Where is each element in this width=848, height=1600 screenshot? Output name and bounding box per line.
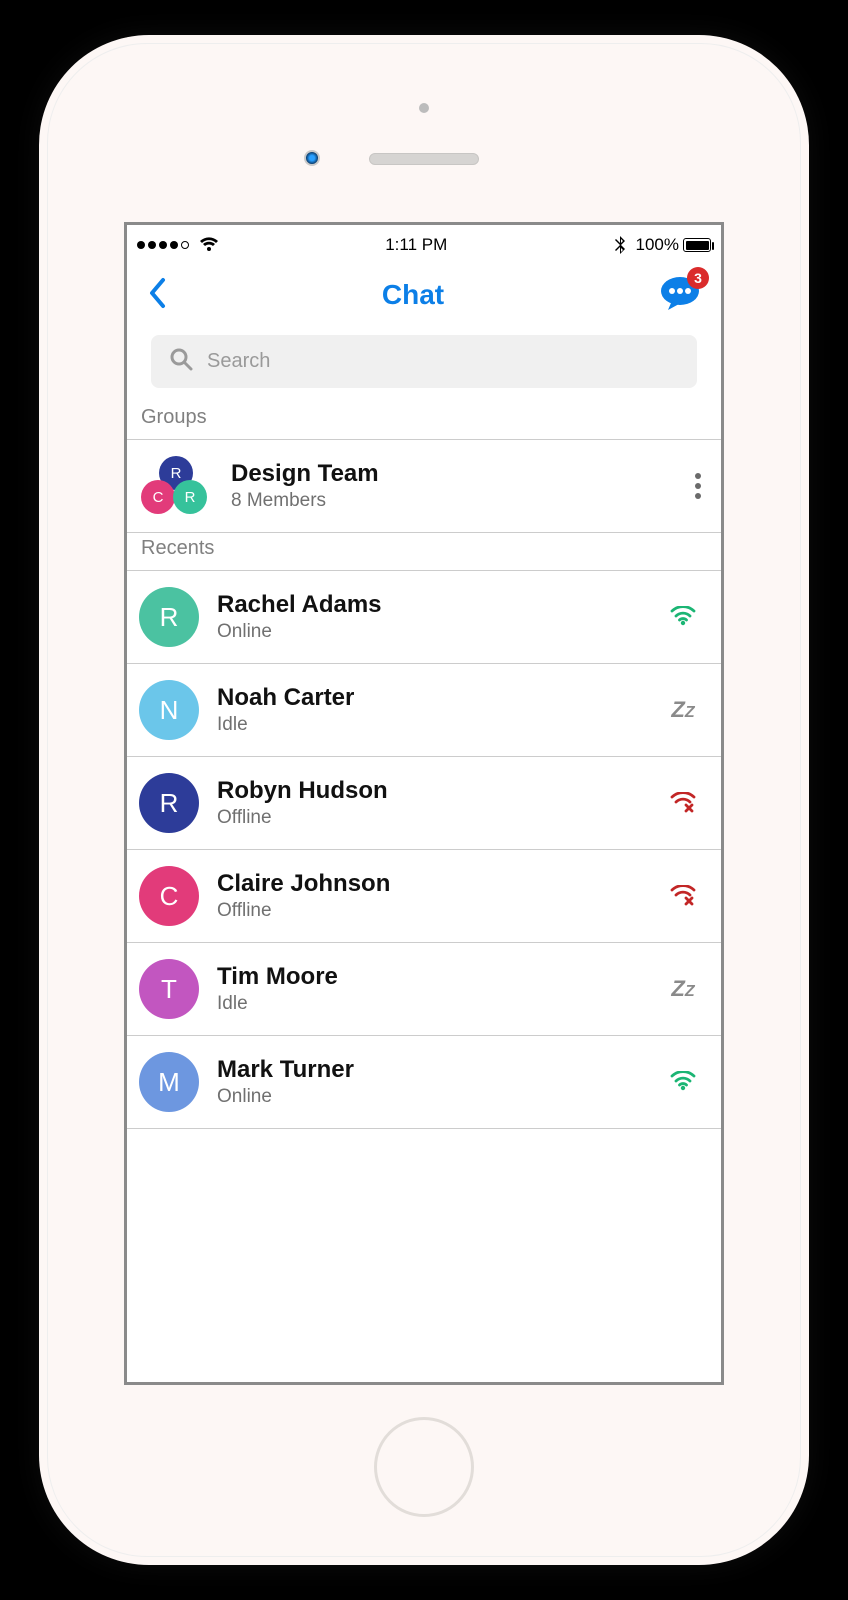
contact-name: Robyn Hudson (217, 777, 647, 805)
contact-status-text: Offline (217, 900, 647, 922)
avatar: T (139, 959, 199, 1019)
status-idle-icon: ZZ (665, 697, 701, 723)
search-bar[interactable] (151, 335, 697, 388)
status-time: 1:11 PM (219, 235, 614, 255)
contact-name: Noah Carter (217, 684, 647, 712)
status-online-icon (665, 1071, 701, 1093)
contact-name: Claire Johnson (217, 870, 647, 898)
back-button[interactable] (147, 277, 167, 314)
battery-text: 100% (636, 235, 679, 255)
nav-bar: Chat 3 (127, 265, 721, 325)
signal-dots-icon (137, 241, 189, 249)
search-icon (169, 347, 193, 376)
contact-status-text: Idle (217, 714, 647, 736)
home-button[interactable] (374, 1417, 474, 1517)
wifi-icon (199, 237, 219, 253)
search-input[interactable] (207, 350, 679, 373)
messages-button[interactable]: 3 (659, 275, 701, 316)
phone-sensor (304, 150, 320, 166)
recents-header: Recents (127, 533, 721, 571)
contact-row[interactable]: N Noah CarterIdle ZZ (127, 664, 721, 757)
avatar: N (139, 680, 199, 740)
status-offline-icon (665, 885, 701, 907)
notification-badge: 3 (687, 267, 709, 289)
avatar: R (139, 773, 199, 833)
group-mini-avatar: C (141, 480, 175, 514)
screen: 1:11 PM 100% Chat (124, 222, 724, 1385)
group-avatar: RCR (139, 456, 213, 516)
page-title: Chat (382, 279, 444, 311)
phone-camera (419, 103, 429, 113)
contact-row[interactable]: C Claire JohnsonOffline (127, 850, 721, 943)
contact-row[interactable]: R Rachel AdamsOnline (127, 571, 721, 664)
avatar: R (139, 587, 199, 647)
status-idle-icon: ZZ (665, 976, 701, 1002)
phone-speaker (369, 153, 479, 165)
status-offline-icon (665, 792, 701, 814)
contact-status-text: Online (217, 621, 647, 643)
contact-row[interactable]: R Robyn HudsonOffline (127, 757, 721, 850)
contact-name: Mark Turner (217, 1056, 647, 1084)
group-name: Design Team (231, 460, 677, 488)
contact-status-text: Online (217, 1086, 647, 1108)
contact-status-text: Idle (217, 993, 647, 1015)
status-online-icon (665, 606, 701, 628)
contact-status-text: Offline (217, 807, 647, 829)
contact-name: Tim Moore (217, 963, 647, 991)
group-row[interactable]: RCR Design Team 8 Members (127, 440, 721, 533)
status-bar: 1:11 PM 100% (127, 225, 721, 265)
phone-frame: 1:11 PM 100% Chat (39, 35, 809, 1565)
contact-name: Rachel Adams (217, 591, 647, 619)
avatar: M (139, 1052, 199, 1112)
avatar: C (139, 866, 199, 926)
group-mini-avatar: R (173, 480, 207, 514)
contact-row[interactable]: T Tim MooreIdle ZZ (127, 943, 721, 1036)
bluetooth-icon (614, 236, 626, 254)
more-button[interactable] (695, 473, 701, 499)
groups-header: Groups (127, 402, 721, 440)
battery-indicator: 100% (636, 235, 711, 255)
contact-row[interactable]: M Mark TurnerOnline (127, 1036, 721, 1129)
battery-icon (683, 238, 711, 252)
group-subtitle: 8 Members (231, 490, 677, 512)
